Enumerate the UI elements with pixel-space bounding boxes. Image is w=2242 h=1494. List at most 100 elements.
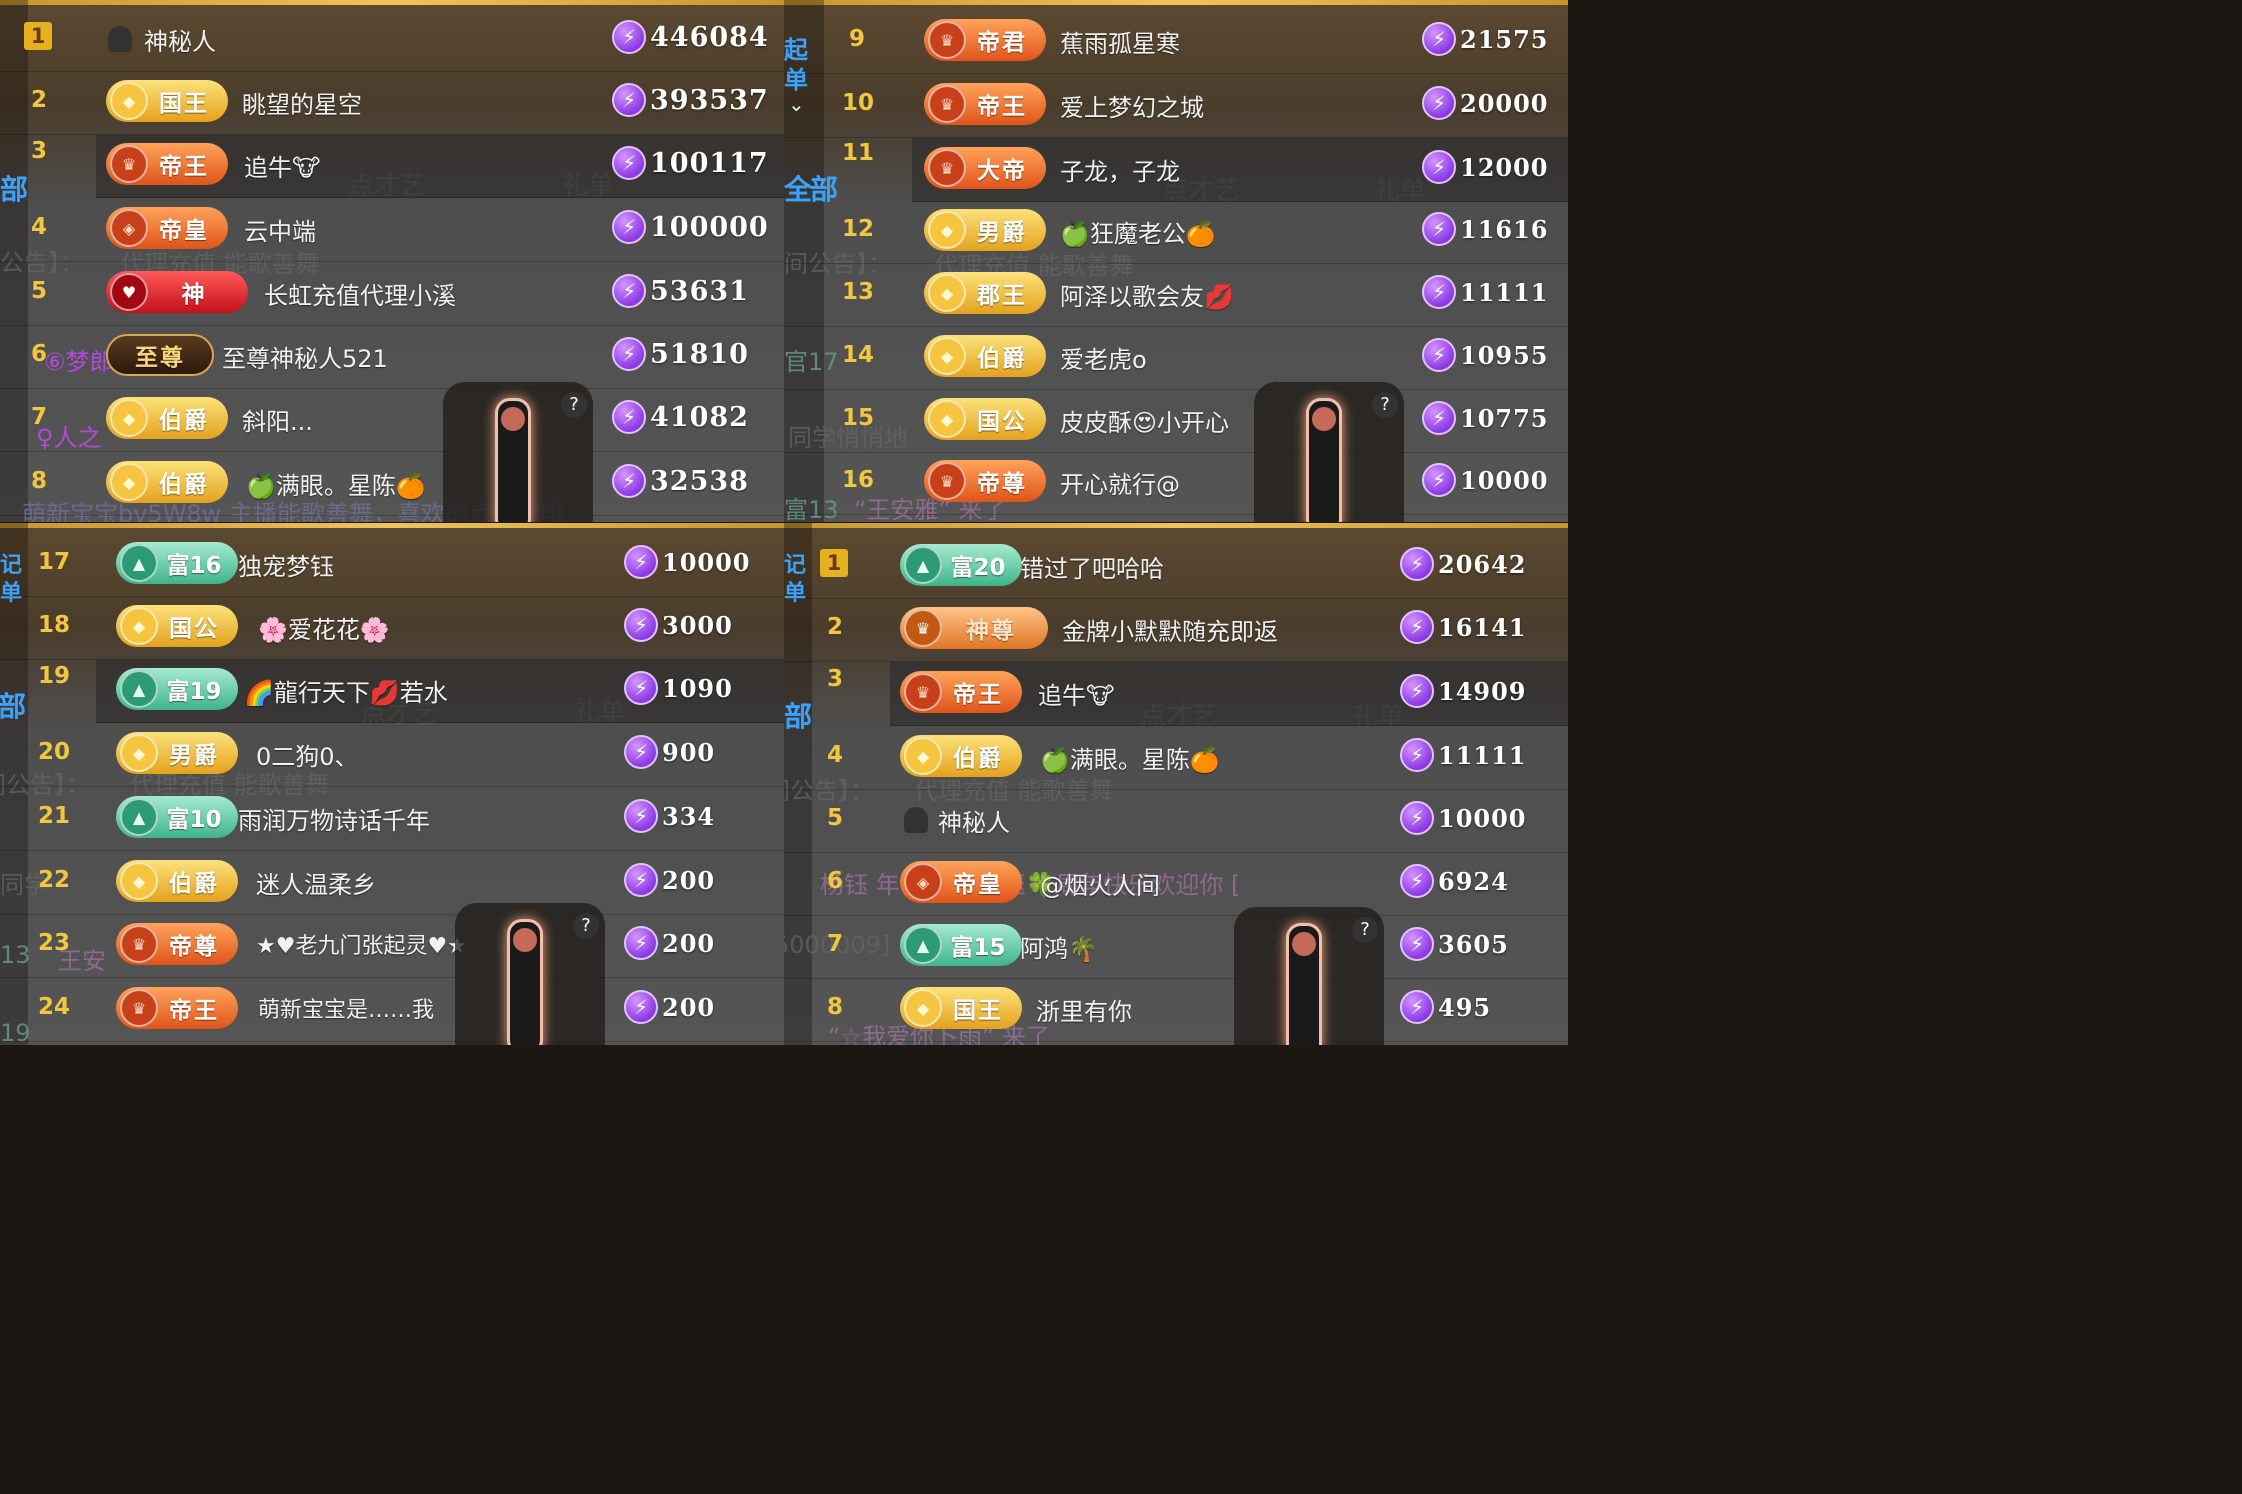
rank-number: 19 bbox=[38, 663, 71, 689]
leaderboard-row[interactable]: 23 ♛ 帝尊 ★♥老九门张起灵♥★ ⚡ 200 bbox=[0, 914, 784, 978]
help-icon[interactable]: ? bbox=[573, 913, 599, 939]
leaderboard-row[interactable]: 6 ◈ 帝皇 @烟火人间 ⚡ 6924 bbox=[784, 852, 1568, 916]
leaderboard-row[interactable]: 9 ♛ 帝君 蕉雨孤星寒 ⚡ 21575 bbox=[784, 10, 1568, 74]
score-value: 10000 bbox=[1460, 465, 1549, 495]
floating-toggle-widget[interactable]: ? bbox=[1254, 382, 1404, 522]
score: ⚡ 3605 bbox=[1400, 927, 1509, 961]
leaderboard-row[interactable]: 16 ♛ 帝尊 开心就行@ ⚡ 10000 bbox=[784, 451, 1568, 515]
score-value: 200 bbox=[662, 928, 716, 958]
badge-label: 神尊 bbox=[966, 618, 1016, 644]
toggle-slider[interactable] bbox=[1306, 398, 1342, 522]
leaderboard-row[interactable]: 3 ♛ 帝王 追牛🐮 ⚡ 14909 bbox=[827, 662, 1568, 726]
leaderboard-row[interactable]: 8 ◆ 国王 浙里有你 ⚡ 495 bbox=[784, 978, 1568, 1042]
leaderboard-row[interactable]: 18 ◆ 国公 🌸爱花花🌸 ⚡ 3000 bbox=[0, 596, 784, 660]
leaderboard-row[interactable]: 10 ♛ 帝王 爱上梦幻之城 ⚡ 20000 bbox=[784, 74, 1568, 138]
leaderboard-row[interactable]: 4 ◈ 帝皇 云中端 ⚡ 100000 bbox=[0, 198, 784, 262]
score-value: 20642 bbox=[1438, 549, 1527, 579]
badge-label: 帝王 bbox=[159, 154, 209, 180]
diamond-icon: ◆ bbox=[120, 862, 158, 900]
badge-label: 至尊 bbox=[135, 345, 185, 371]
leaderboard-row[interactable]: 15 ◆ 国公 皮皮酥😍小开心 ⚡ 10775 bbox=[784, 389, 1568, 453]
rank-number: 15 bbox=[842, 405, 875, 431]
leaderboard-panel-1: 部 公告】： ⑥梦郎 ♀人之 点才艺 礼单 代理充值 能歌善舞 萌新宝宝bv5W… bbox=[0, 0, 784, 522]
leaderboard-row[interactable]: 11 ♛ 大帝 子龙，子龙 ⚡ 12000 bbox=[842, 138, 1568, 202]
level-badge: ♛ 帝王 bbox=[924, 83, 1046, 125]
triangle-icon: ▲ bbox=[120, 670, 158, 708]
panel-top-border bbox=[0, 0, 784, 5]
tab-all[interactable]: 全部 bbox=[0, 685, 26, 725]
rank-number: 8 bbox=[826, 994, 843, 1020]
slider-knob[interactable] bbox=[1292, 932, 1316, 956]
level-badge: ▲ 富16 bbox=[116, 542, 238, 584]
score-value: 100000 bbox=[650, 211, 769, 243]
emblem-icon: ♛ bbox=[928, 462, 966, 500]
floating-toggle-widget[interactable]: ? bbox=[455, 903, 605, 1045]
leaderboard-row[interactable]: 5 ♥ 神 长虹充值代理小溪 ⚡ 53631 bbox=[0, 262, 784, 326]
leaderboard-row[interactable]: 13 ◆ 郡王 阿泽以歌会友💋 ⚡ 11111 bbox=[784, 263, 1568, 327]
toggle-slider[interactable] bbox=[495, 398, 531, 522]
level-badge: ◆ 男爵 bbox=[924, 209, 1046, 251]
user-name: 神秘人 bbox=[938, 809, 1010, 837]
level-badge: ◆ 国公 bbox=[116, 605, 238, 647]
leaderboard-row[interactable]: 20 ◆ 男爵 0二狗0、 ⚡ 900 bbox=[0, 723, 784, 787]
lightning-gem-icon: ⚡ bbox=[1400, 801, 1434, 835]
lightning-gem-icon: ⚡ bbox=[624, 735, 658, 769]
diamond-icon: ◆ bbox=[110, 463, 148, 501]
score-value: 200 bbox=[662, 865, 716, 895]
leaderboard-panel-2: 起 单 ⌄ 全部 间公告】： 官17 同学悄悄地 富13 点才艺 礼单 代理充值… bbox=[784, 0, 1568, 522]
leaderboard-row[interactable]: 22 ◆ 伯爵 迷人温柔乡 ⚡ 200 bbox=[0, 851, 784, 915]
diamond-icon: ◈ bbox=[110, 209, 148, 247]
leaderboard-row[interactable]: 2 ♛ 神尊 金牌小默默随充即返 ⚡ 16141 bbox=[784, 598, 1568, 662]
score: ⚡ 11111 bbox=[1400, 738, 1527, 772]
toggle-slider[interactable] bbox=[507, 919, 543, 1045]
score: ⚡ 393537 bbox=[612, 83, 769, 117]
slider-knob[interactable] bbox=[1312, 407, 1336, 431]
triangle-icon: ▲ bbox=[904, 926, 942, 964]
badge-label: 神 bbox=[181, 282, 207, 308]
leaderboard-row[interactable]: 17 ▲ 富16 独宠梦钰 ⚡ 10000 bbox=[0, 533, 784, 597]
score: ⚡ 21575 bbox=[1422, 22, 1549, 56]
leaderboard-row[interactable]: 2 ◆ 国王 眺望的星空 ⚡ 393537 bbox=[0, 71, 784, 135]
leaderboard-row[interactable]: 24 ♛ 帝王 萌新宝宝是……我 ⚡ 200 bbox=[0, 978, 784, 1042]
toggle-slider[interactable] bbox=[1286, 923, 1322, 1045]
leaderboard-row[interactable]: 1 神秘人 ⚡ 446084 bbox=[0, 8, 784, 72]
level-badge: ◆ 伯爵 bbox=[106, 461, 228, 503]
score-value: 10000 bbox=[1438, 803, 1527, 833]
score-value: 100117 bbox=[650, 147, 769, 179]
floating-toggle-widget[interactable]: ? bbox=[1234, 907, 1384, 1045]
diamond-icon: ◆ bbox=[928, 337, 966, 375]
level-badge: ◆ 国公 bbox=[924, 398, 1046, 440]
level-badge: ♛ 帝王 bbox=[106, 143, 228, 185]
slider-knob[interactable] bbox=[501, 407, 525, 431]
slider-knob[interactable] bbox=[513, 928, 537, 952]
help-icon[interactable]: ? bbox=[1352, 917, 1378, 943]
score: ⚡ 334 bbox=[624, 799, 715, 833]
leaderboard-row[interactable]: 5 神秘人 ⚡ 10000 bbox=[784, 789, 1568, 853]
badge-label: 帝尊 bbox=[977, 471, 1027, 497]
score-value: 14909 bbox=[1438, 676, 1527, 706]
leaderboard-row[interactable]: 14 ◆ 伯爵 爱老虎o ⚡ 10955 bbox=[784, 326, 1568, 390]
leaderboard-row[interactable]: 12 ◆ 男爵 🍏狂魔老公🍊 ⚡ 11616 bbox=[784, 200, 1568, 264]
leaderboard-row[interactable]: 6 至尊 至尊神秘人521 ⚡ 51810 bbox=[0, 325, 784, 389]
level-badge: ◆ 国王 bbox=[106, 80, 228, 122]
score-value: 11616 bbox=[1460, 214, 1549, 244]
leaderboard-row[interactable]: 7 ◆ 伯爵 斜阳... ⚡ 41082 bbox=[0, 388, 784, 452]
leaderboard-row[interactable]: 4 ◆ 伯爵 🍏满眼。星陈🍊 ⚡ 11111 bbox=[784, 726, 1568, 790]
badge-label: 富19 bbox=[166, 679, 222, 705]
user-name: 金牌小默默随充即返 bbox=[1062, 618, 1278, 646]
floating-toggle-widget[interactable]: ? bbox=[443, 382, 593, 522]
user-name: 云中端 bbox=[244, 218, 316, 246]
leaderboard-row[interactable]: 19 ▲ 富19 🌈龍行天下💋若水 ⚡ 1090 bbox=[38, 659, 784, 723]
leaderboard-row[interactable]: 21 ▲ 富10 雨润万物诗话千年 ⚡ 334 bbox=[0, 787, 784, 851]
score-value: 495 bbox=[1438, 992, 1492, 1022]
leaderboard-row[interactable]: 1 ▲ 富20 错过了吧哈哈 ⚡ 20642 bbox=[784, 535, 1568, 599]
help-icon[interactable]: ? bbox=[1372, 392, 1398, 418]
rank-number: 8 bbox=[30, 468, 47, 494]
leaderboard-row[interactable]: 3 ♛ 帝王 追牛🐮 ⚡ 100117 bbox=[31, 134, 784, 198]
score: ⚡ 3000 bbox=[624, 608, 733, 642]
help-icon[interactable]: ? bbox=[561, 392, 587, 418]
leaderboard-row[interactable]: 8 ◆ 伯爵 🍏满眼。星陈🍊 ⚡ 32538 bbox=[0, 452, 784, 516]
leaderboard-row[interactable]: 7 ▲ 富15 阿鸿🌴 ⚡ 3605 bbox=[784, 915, 1568, 979]
leaderboard-panel-3: 记 单 全部 间公告】： 同学 13 19 点才艺 礼单 代理充值 能歌善舞 王… bbox=[0, 523, 784, 1045]
rank-number: 24 bbox=[38, 994, 71, 1020]
